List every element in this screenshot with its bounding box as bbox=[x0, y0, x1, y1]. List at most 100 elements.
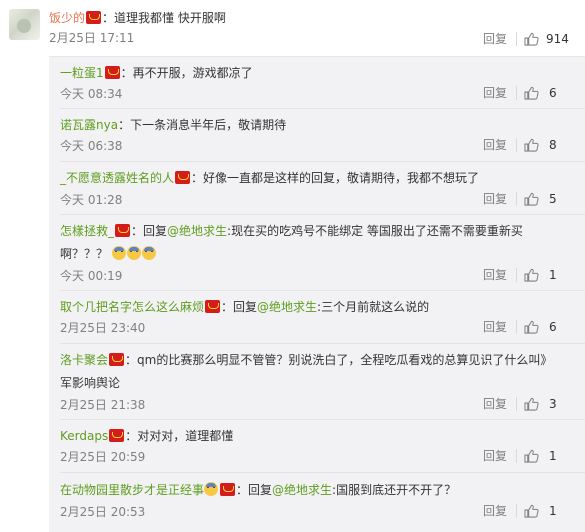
emoji-icon bbox=[126, 246, 141, 260]
thumb-up-icon[interactable] bbox=[524, 86, 539, 100]
reply-username[interactable]: 在动物园里散步才是正经事 bbox=[60, 483, 204, 497]
reply-button[interactable]: 回复 bbox=[483, 319, 507, 335]
reply-time: 今天 01:28 bbox=[60, 193, 123, 207]
avatar[interactable] bbox=[9, 9, 40, 40]
divider bbox=[516, 192, 517, 206]
reply-line: Kerdaps ：对对对，道理都懂 bbox=[60, 426, 233, 446]
reply-text-continued: 啊？？？ bbox=[60, 247, 109, 261]
thumb-up-icon[interactable] bbox=[524, 192, 539, 206]
emoji-icon bbox=[111, 246, 126, 260]
divider bbox=[516, 268, 517, 282]
reply-line: 诺瓦露nya：下一条消息半年后，敬请期待 bbox=[60, 115, 286, 135]
replies-box: 一粒蛋1 ：再不开服，游戏都凉了 今天 08:34 回复 6 诺瓦露nya：下一条… bbox=[49, 56, 585, 532]
reply-line: 在动物园里散步才是正经事 ：回复@绝地求生:国服到底还开不开了？ bbox=[60, 480, 456, 500]
reply-line: 怎樣拯救_ ：回复@绝地求生:现在买的吃鸡号不能绑定 等国服出了还需不需要重新买 bbox=[60, 221, 523, 241]
reply-button[interactable]: 回复 bbox=[483, 267, 507, 283]
vip-badge-icon[interactable] bbox=[205, 300, 221, 313]
divider bbox=[516, 86, 517, 100]
reply-button[interactable]: 回复 bbox=[483, 137, 507, 153]
main-comment-text: ：道理我都懂 快开服啊 bbox=[102, 11, 226, 25]
reply-text: :现在买的吃鸡号不能绑定 等国服出了还需不需要重新买 bbox=[227, 224, 523, 238]
list-item: 诺瓦露nya：下一条消息半年后，敬请期待 今天 06:38 回复 8 bbox=[49, 109, 585, 162]
thumb-up-icon[interactable] bbox=[524, 320, 539, 334]
reply-text: ：好像一直都是这样的回复，敬请期待，我都不想玩了 bbox=[191, 171, 480, 185]
vip-badge-icon[interactable] bbox=[175, 171, 191, 184]
divider bbox=[516, 320, 517, 334]
reply-prefix: ：回复 bbox=[221, 300, 258, 314]
reply-like-count: 1 bbox=[549, 449, 557, 463]
reply-like-count: 8 bbox=[549, 138, 557, 152]
reply-line: 洛卡聚会 ：qm的比赛那么明显不管管？别说洗白了，全程吃瓜看戏的总算见识了什么叫》 bbox=[60, 350, 585, 370]
vip-badge-icon[interactable] bbox=[109, 353, 125, 366]
reply-button[interactable]: 回复 bbox=[483, 191, 507, 207]
reply-like-count: 1 bbox=[549, 268, 557, 282]
reply-username[interactable]: 取个几把名字怎么这么麻烦 bbox=[60, 300, 204, 314]
thumb-up-icon[interactable] bbox=[524, 268, 539, 282]
divider bbox=[516, 504, 517, 518]
mention-link[interactable]: @绝地求生 bbox=[167, 224, 227, 238]
reply-like-count: 6 bbox=[549, 320, 557, 334]
reply-text: ：qm的比赛那么明显不管管？别说洗白了，全程吃瓜看戏的总算见识了什么叫》 bbox=[125, 353, 553, 367]
divider bbox=[516, 397, 517, 411]
reply-like-count: 5 bbox=[549, 192, 557, 206]
reply-time: 2月25日 21:38 bbox=[60, 398, 146, 412]
thumb-up-icon[interactable] bbox=[524, 138, 539, 152]
list-item: 一粒蛋1 ：再不开服，游戏都凉了 今天 08:34 回复 6 bbox=[49, 57, 585, 109]
thumb-up-icon[interactable] bbox=[524, 397, 539, 411]
mention-link[interactable]: @绝地求生 bbox=[257, 300, 317, 314]
reply-like-count: 3 bbox=[549, 397, 557, 411]
reply-prefix: ：回复 bbox=[236, 483, 273, 497]
main-comment-line: 饭少的 ：道理我都懂 快开服啊 bbox=[49, 9, 226, 27]
thumb-up-icon[interactable] bbox=[524, 504, 539, 518]
list-item: 洛卡聚会 ：qm的比赛那么明显不管管？别说洗白了，全程吃瓜看戏的总算见识了什么叫》… bbox=[49, 344, 585, 420]
reply-username[interactable]: 一粒蛋1 bbox=[60, 66, 104, 80]
main-like-count: 914 bbox=[546, 32, 569, 46]
reply-username[interactable]: 怎樣拯救_ bbox=[60, 224, 114, 238]
reply-text: ：下一条消息半年后，敬请期待 bbox=[118, 118, 287, 132]
reply-time: 2月25日 20:59 bbox=[60, 450, 146, 464]
main-username[interactable]: 饭少的 bbox=[49, 11, 85, 25]
reply-line-2: 军影响舆论 bbox=[60, 373, 120, 393]
emoji-icon bbox=[141, 246, 156, 260]
mention-link[interactable]: @绝地求生 bbox=[272, 483, 332, 497]
divider bbox=[516, 138, 517, 152]
vip-badge-icon[interactable] bbox=[220, 483, 236, 496]
reply-like-count: 6 bbox=[549, 86, 557, 100]
reply-time: 2月25日 23:40 bbox=[60, 321, 146, 335]
reply-time: 2月25日 20:53 bbox=[60, 505, 146, 519]
divider bbox=[516, 32, 517, 46]
list-item: _不愿意透露姓名的人 ：好像一直都是这样的回复，敬请期待，我都不想玩了 今天 01… bbox=[49, 162, 585, 215]
reply-time: 今天 06:38 bbox=[60, 139, 123, 153]
reply-button[interactable]: 回复 bbox=[483, 448, 507, 464]
reply-username[interactable]: _不愿意透露姓名的人 bbox=[60, 171, 174, 185]
vip-badge-icon[interactable] bbox=[109, 429, 125, 442]
vip-badge-icon[interactable] bbox=[86, 11, 102, 24]
reply-text: ：再不开服，游戏都凉了 bbox=[120, 66, 253, 80]
vip-badge-icon[interactable] bbox=[115, 224, 131, 237]
reply-button[interactable]: 回复 bbox=[483, 503, 507, 519]
vip-badge-icon[interactable] bbox=[104, 66, 120, 79]
reply-line: 取个几把名字怎么这么麻烦 ：回复@绝地求生:三个月前就这么说的 bbox=[60, 297, 429, 317]
list-item: 在动物园里散步才是正经事 ：回复@绝地求生:国服到底还开不开了？ 2月25日 20… bbox=[49, 473, 585, 532]
reply-like-count: 1 bbox=[549, 504, 557, 518]
reply-username[interactable]: 诺瓦露nya bbox=[60, 118, 118, 132]
reply-button[interactable]: 回复 bbox=[483, 85, 507, 101]
reply-username[interactable]: Kerdaps bbox=[60, 429, 108, 443]
reply-button[interactable]: 回复 bbox=[483, 396, 507, 412]
thumb-up-icon[interactable] bbox=[524, 449, 539, 463]
reply-text: ：对对对，道理都懂 bbox=[125, 429, 234, 443]
divider bbox=[516, 449, 517, 463]
reply-line-2: 啊？？？ bbox=[60, 244, 157, 264]
reply-time: 今天 00:19 bbox=[60, 269, 123, 283]
main-comment-time: 2月25日 17:11 bbox=[49, 31, 135, 45]
reply-text: :三个月前就这么说的 bbox=[317, 300, 430, 314]
reply-username[interactable]: 洛卡聚会 bbox=[60, 353, 108, 367]
list-item: 取个几把名字怎么这么麻烦 ：回复@绝地求生:三个月前就这么说的 2月25日 23:… bbox=[49, 291, 585, 344]
reply-line: _不愿意透露姓名的人 ：好像一直都是这样的回复，敬请期待，我都不想玩了 bbox=[60, 168, 479, 188]
reply-text: :国服到底还开不开了？ bbox=[332, 483, 457, 497]
thumb-up-icon[interactable] bbox=[524, 32, 539, 46]
list-item: 怎樣拯救_ ：回复@绝地求生:现在买的吃鸡号不能绑定 等国服出了还需不需要重新买 … bbox=[49, 215, 585, 291]
main-reply-button[interactable]: 回复 bbox=[483, 31, 507, 47]
main-comment: 饭少的 ：道理我都懂 快开服啊 2月25日 17:11 回复 914 bbox=[0, 0, 585, 56]
reply-text-continued: 军影响舆论 bbox=[60, 376, 121, 390]
